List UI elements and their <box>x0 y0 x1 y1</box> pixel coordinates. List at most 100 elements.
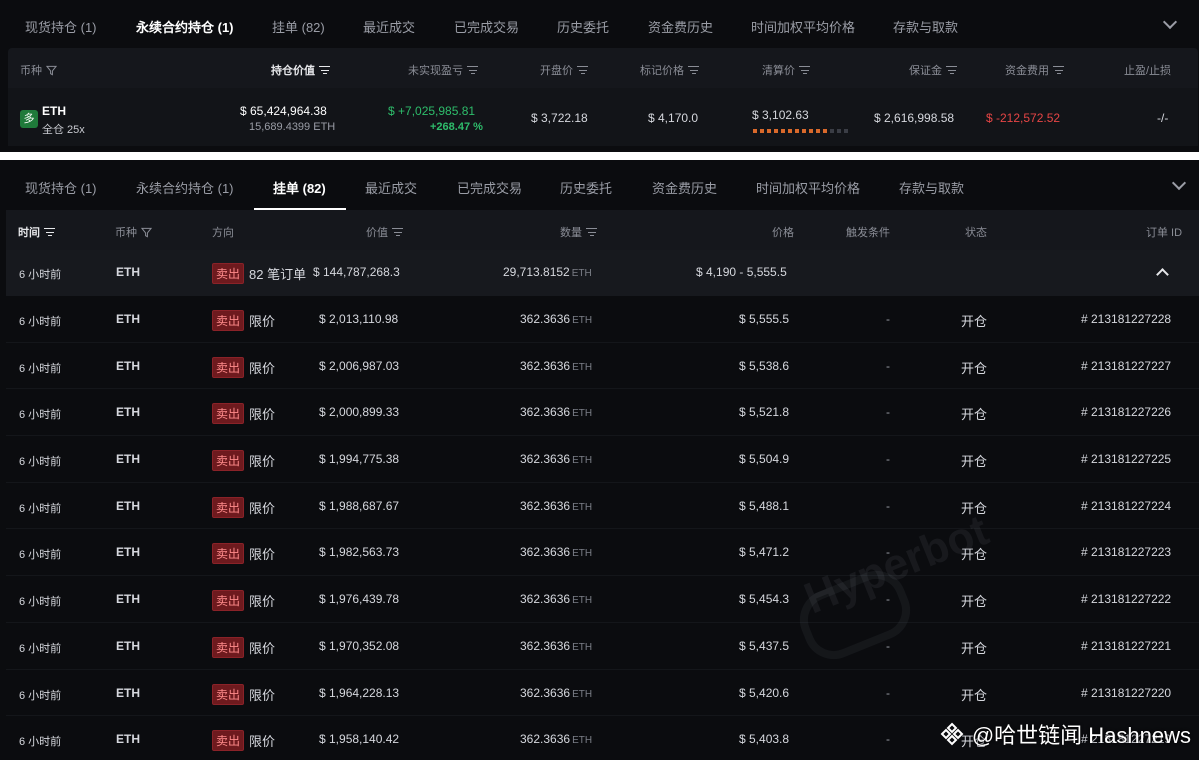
position-coin[interactable]: ETH <box>42 104 66 118</box>
order-coin[interactable]: ETH <box>116 545 140 559</box>
order-value: $ 1,982,563.73 <box>319 545 400 560</box>
order-group-row[interactable]: 6 小时前 ETH 卖出 82 笔订单 $ 144,787,268.3 29,7… <box>6 250 1199 296</box>
order-price: $ 5,454.3 <box>739 592 790 607</box>
tab-completed-trades[interactable]: 已完成交易 <box>457 178 522 197</box>
tab-deposits-withdrawals[interactable]: 存款与取款 <box>893 17 958 36</box>
col-value[interactable]: 价值 <box>366 224 403 240</box>
col-margin[interactable]: 保证金 <box>909 62 957 78</box>
col-order-id-label: 订单 ID <box>1146 227 1183 239</box>
col-liq-price[interactable]: 清算价 <box>762 62 810 78</box>
chevron-down-icon[interactable] <box>1171 175 1187 191</box>
sell-badge: 卖出 <box>212 450 245 472</box>
table-row[interactable]: 6 小时前 ETH 卖出 限价 $ 2,013,110.98 362.3636 ETH $ 5… <box>6 296 1199 343</box>
tab-order-history[interactable]: 历史委托 <box>560 178 612 197</box>
tab-recent-trades[interactable]: 最近成交 <box>365 178 417 197</box>
order-price: $ 5,420.6 <box>739 685 790 700</box>
order-coin[interactable]: ETH <box>116 312 140 326</box>
tab-completed-trades[interactable]: 已完成交易 <box>454 17 519 36</box>
order-coin[interactable]: ETH <box>116 686 140 700</box>
sort-icon[interactable] <box>1053 66 1064 75</box>
col-time[interactable]: 时间 <box>18 224 55 240</box>
order-id[interactable]: # 213181227227 <box>1081 359 1171 373</box>
order-type: 限价 <box>249 314 276 329</box>
tab-perp-positions[interactable]: 永续合约持仓 (1) <box>136 178 234 197</box>
order-coin[interactable]: ETH <box>116 359 140 373</box>
tab-spot-positions[interactable]: 现货持仓 (1) <box>25 17 97 36</box>
sort-icon[interactable] <box>44 228 55 237</box>
tab-twap[interactable]: 时间加权平均价格 <box>756 178 860 197</box>
order-coin[interactable]: ETH <box>116 405 140 419</box>
order-id[interactable]: # 213181227225 <box>1081 452 1171 466</box>
order-coin[interactable]: ETH <box>116 732 140 746</box>
tab-open-orders[interactable]: 挂单 (82) <box>272 17 325 36</box>
col-tp-sl-label: 止盈/止损 <box>1124 65 1172 77</box>
order-id[interactable]: # 213181227226 <box>1081 405 1171 419</box>
order-coin[interactable]: ETH <box>116 639 140 653</box>
order-id[interactable]: # 213181227222 <box>1081 592 1171 606</box>
tab-open-orders[interactable]: 挂单 (82) <box>273 178 326 197</box>
tab-recent-trades[interactable]: 最近成交 <box>363 17 415 36</box>
table-row[interactable]: 6 小时前 ETH 卖出 限价 $ 1,970,352.08 362.3636 ETH $ 5… <box>6 623 1199 670</box>
order-coin[interactable]: ETH <box>116 592 140 606</box>
order-size: 362.3636 ETH <box>520 452 593 467</box>
orders-table-header: 时间 币种 方向 价值 数量 价格 触发条件 状态 订单 ID <box>6 210 1199 250</box>
table-row[interactable]: 6 小时前 ETH 卖出 限价 $ 2,000,899.33 362.3636 ETH $ 5… <box>6 389 1199 437</box>
order-id[interactable]: # 213181227220 <box>1081 686 1171 700</box>
sell-badge: 卖出 <box>212 356 245 378</box>
order-id[interactable]: # 213181227228 <box>1081 312 1171 326</box>
order-trigger: - <box>886 452 890 467</box>
order-id[interactable]: # 213181227221 <box>1081 639 1171 653</box>
sort-icon[interactable] <box>586 228 597 237</box>
funnel-icon[interactable] <box>46 65 57 76</box>
col-coin[interactable]: 币种 <box>20 62 57 78</box>
chevron-up-icon[interactable] <box>1156 268 1169 281</box>
order-coin[interactable]: ETH <box>116 452 140 466</box>
tab-order-history[interactable]: 历史委托 <box>557 17 609 36</box>
order-value: $ 1,964,228.13 <box>319 685 400 700</box>
table-row[interactable]: 6 小时前 ETH 卖出 限价 $ 2,006,987.03 362.3636 ETH $ 5… <box>6 343 1199 390</box>
tab-deposits-withdrawals[interactable]: 存款与取款 <box>899 178 964 197</box>
col-mark-price[interactable]: 标记价格 <box>640 62 699 78</box>
order-size: 362.3636 ETH <box>520 358 593 373</box>
sort-icon[interactable] <box>577 66 588 75</box>
tab-perp-positions[interactable]: 永续合约持仓 (1) <box>136 17 234 36</box>
sort-icon[interactable] <box>799 66 810 75</box>
order-coin[interactable]: ETH <box>116 499 140 513</box>
sort-icon[interactable] <box>946 66 957 75</box>
col-size[interactable]: 数量 <box>560 224 597 240</box>
tab-twap[interactable]: 时间加权平均价格 <box>751 17 855 36</box>
order-status: 开仓 <box>961 640 988 656</box>
order-id[interactable]: # 213181227223 <box>1081 545 1171 559</box>
col-position-value[interactable]: 持仓价值 <box>271 62 330 78</box>
tab-spot-positions[interactable]: 现货持仓 (1) <box>25 178 97 197</box>
funnel-icon[interactable] <box>141 227 152 238</box>
col-entry-price-label: 开盘价 <box>540 65 573 77</box>
sort-icon[interactable] <box>392 228 403 237</box>
table-row[interactable]: 6 小时前 ETH 卖出 限价 $ 1,964,228.13 362.3636 ETH $ 5… <box>6 670 1199 717</box>
sort-icon[interactable] <box>467 66 478 75</box>
order-id[interactable]: # 213181227224 <box>1081 499 1171 513</box>
group-coin[interactable]: ETH <box>116 265 140 279</box>
col-unrealized-pnl[interactable]: 未实现盈亏 <box>408 62 478 78</box>
col-price-label: 价格 <box>772 227 794 239</box>
col-coin[interactable]: 币种 <box>115 224 152 240</box>
col-entry-price[interactable]: 开盘价 <box>540 62 588 78</box>
sort-icon[interactable] <box>319 66 330 75</box>
position-row[interactable]: 多 ETH 全仓 25x $ 65,424,964.38 15,689.4399… <box>8 88 1198 146</box>
group-value: $ 144,787,268.3 <box>313 265 400 279</box>
chevron-down-icon[interactable] <box>1162 14 1178 30</box>
sort-icon[interactable] <box>688 66 699 75</box>
col-funding[interactable]: 资金费用 <box>1005 62 1064 78</box>
tp-sl-value[interactable]: -/- <box>1157 111 1168 125</box>
tab-funding-history[interactable]: 资金费历史 <box>652 178 717 197</box>
order-time: 6 小时前 <box>19 456 62 469</box>
position-leverage: 全仓 25x <box>42 124 85 136</box>
table-row[interactable]: 6 小时前 ETH 卖出 限价 $ 1,976,439.78 362.3636 ETH $ 5… <box>6 576 1199 623</box>
tab-funding-history[interactable]: 资金费历史 <box>648 17 713 36</box>
table-row[interactable]: 6 小时前 ETH 卖出 限价 $ 1,988,687.67 362.3636 ETH $ 5… <box>6 483 1199 530</box>
order-size: 362.3636 ETH <box>520 545 593 560</box>
table-row[interactable]: 6 小时前 ETH 卖出 限价 $ 1,982,563.73 362.3636 ETH $ 5… <box>6 529 1199 577</box>
table-row[interactable]: 6 小时前 ETH 卖出 限价 $ 1,994,775.38 362.3636 ETH $ 5… <box>6 436 1199 483</box>
sell-badge: 卖出 <box>212 730 245 752</box>
order-trigger: - <box>886 732 890 747</box>
